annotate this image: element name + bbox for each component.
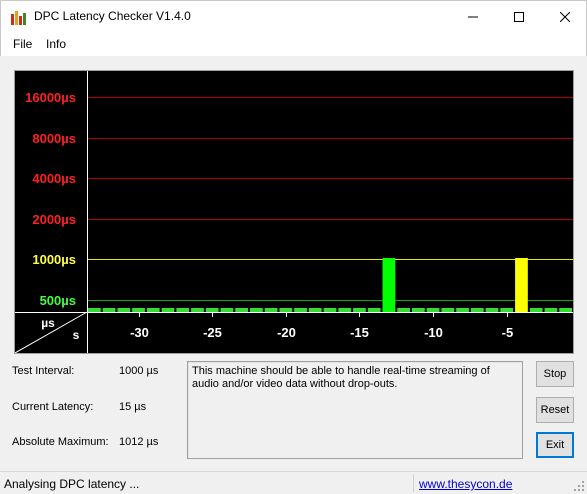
latency-bar: [264, 308, 278, 312]
x-tick-label: -5: [502, 325, 514, 340]
x-tick-label: -10: [424, 325, 443, 340]
y-tick-label: 8000µs: [32, 131, 76, 146]
x-tick-label: -30: [130, 325, 149, 340]
resize-grip-icon[interactable]: [574, 481, 585, 492]
latency-bar: [220, 308, 234, 312]
latency-bar: [397, 308, 410, 312]
maximize-icon: [514, 12, 524, 22]
latency-bar: [176, 308, 190, 312]
exit-button[interactable]: Exit: [536, 432, 574, 458]
latency-bar: [323, 308, 337, 312]
latency-bar: [515, 258, 528, 312]
close-icon: [560, 12, 570, 22]
menu-bar: File Info: [0, 32, 587, 56]
latency-chart: 16000µs 8000µs 4000µs 2000µs 1000µs 500µs µs s -…: [14, 70, 574, 354]
website-link[interactable]: www.thesycon.de: [419, 477, 512, 491]
x-tick-label: -25: [203, 325, 222, 340]
latency-bar: [191, 308, 204, 312]
y-tick-label: 1000µs: [32, 252, 76, 267]
close-button[interactable]: [542, 1, 587, 33]
latency-bar: [132, 308, 145, 312]
status-text: Analysing DPC latency ...: [4, 477, 140, 491]
minimize-button[interactable]: [450, 1, 496, 33]
latency-bar: [426, 308, 440, 312]
latency-bar: [470, 308, 484, 312]
latency-bar: [235, 308, 248, 312]
y-tick-label: 500µs: [40, 293, 76, 308]
latency-bar: [544, 308, 558, 312]
latency-bar: [88, 308, 101, 312]
latency-bar: [382, 258, 396, 312]
x-tick-label: -20: [277, 325, 296, 340]
latency-bar: [294, 308, 307, 312]
latency-bar: [308, 308, 322, 312]
test-interval-value: 1000 µs: [119, 365, 159, 377]
absolute-maximum-value: 1012 µs: [119, 436, 159, 448]
y-tick-label: 2000µs: [32, 212, 76, 227]
latency-bar: [117, 308, 131, 312]
latency-bar: [146, 308, 160, 312]
y-tick-label: 4000µs: [32, 171, 76, 186]
absolute-maximum-label: Absolute Maximum:: [12, 436, 109, 448]
status-separator: [413, 474, 414, 492]
menu-file[interactable]: File: [13, 37, 32, 51]
app-logo-icon: [10, 10, 26, 25]
current-latency-label: Current Latency:: [12, 401, 94, 413]
latency-bar: [250, 308, 263, 312]
latency-bar: [441, 308, 455, 312]
latency-bar: [205, 308, 219, 312]
latency-bar: [529, 308, 543, 312]
latency-bar: [412, 308, 425, 312]
latency-bar: [485, 308, 499, 312]
current-latency-value: 15 µs: [119, 401, 147, 413]
latency-bar: [367, 308, 381, 312]
latency-bar: [559, 308, 572, 312]
latency-bar: [161, 308, 175, 312]
latency-bar: [338, 308, 352, 312]
latency-chart-plot: 16000µs 8000µs 4000µs 2000µs 1000µs 500µs µs s -…: [15, 71, 573, 353]
title-bar[interactable]: DPC Latency Checker V1.4.0: [0, 0, 587, 32]
latency-bar: [353, 308, 366, 312]
y-unit-label: µs: [41, 316, 55, 330]
status-bar: Analysing DPC latency ... www.thesycon.d…: [0, 471, 587, 494]
menu-info[interactable]: Info: [46, 37, 66, 51]
x-unit-label: s: [73, 328, 80, 342]
reset-button[interactable]: Reset: [536, 397, 574, 423]
stop-button[interactable]: Stop: [536, 361, 574, 387]
minimize-icon: [468, 16, 478, 18]
y-tick-label: 16000µs: [25, 90, 76, 105]
latency-bar: [500, 308, 514, 312]
maximize-button[interactable]: [496, 1, 542, 33]
window-title: DPC Latency Checker V1.4.0: [34, 9, 191, 23]
result-message: This machine should be able to handle re…: [187, 361, 523, 459]
latency-bar: [279, 308, 293, 312]
x-tick-label: -15: [350, 325, 369, 340]
test-interval-label: Test Interval:: [12, 365, 75, 377]
latency-bar: [456, 308, 469, 312]
latency-bar: [102, 308, 116, 312]
